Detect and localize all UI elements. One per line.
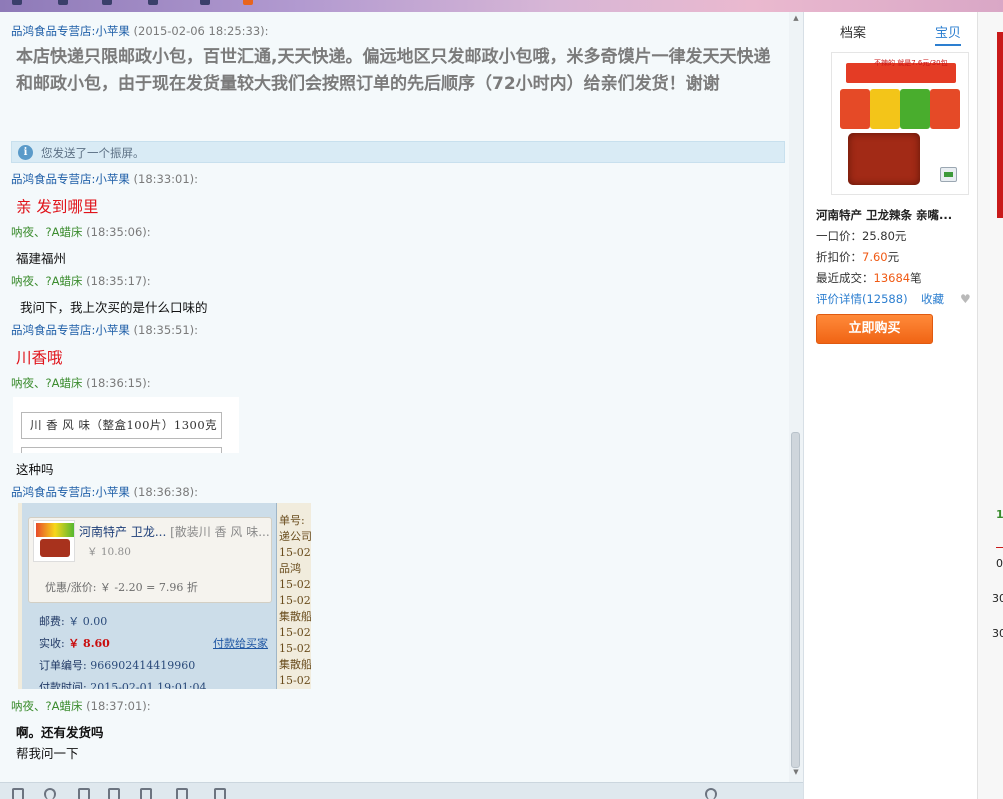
message-text: 亲 发到哪里 (16, 198, 99, 216)
recent-sales-row: 最近成交：13684笔 (816, 271, 922, 285)
toolbar-icon[interactable] (200, 0, 210, 5)
image-icon[interactable] (78, 788, 90, 799)
toolbar-icon[interactable] (243, 0, 253, 5)
screenshot-icon[interactable] (108, 788, 120, 799)
product-name: 河南特产 卫龙... [散装川 香 风 味... (79, 525, 270, 539)
message-text: 啊。还有发货吗 (16, 725, 104, 740)
order-side-strip: 单号: 递公司 15-02 品鸿 15-02 15-02 集散船 15-02 1… (279, 514, 311, 687)
message-time: (18:36:15): (86, 376, 151, 390)
discount-line: 优惠/涨价: ￥ -2.20 = 7.96 折 (45, 581, 198, 594)
toolbar-icon[interactable] (12, 0, 22, 5)
background-text: 30 (992, 627, 1003, 640)
message-header: 呐夜、?A蜡床 (18:35:17): (11, 273, 151, 289)
message-text: 这种吗 (16, 462, 54, 477)
heart-icon[interactable]: ♥ (960, 292, 971, 306)
reviews-link[interactable]: 评价详情(12588) (816, 292, 908, 306)
snack-piece (848, 133, 920, 185)
message-header: 呐夜、?A蜡床 (18:37:01): (11, 698, 151, 714)
message-header: 呐夜、?A蜡床 (18:36:15): (11, 375, 151, 391)
sender-name[interactable]: 呐夜、?A蜡床 (11, 274, 82, 288)
message-header: 品鸿食品专营店:小苹果 (18:36:38): (11, 484, 198, 500)
order-item-card: 河南特产 卫龙... [散装川 香 风 味... ￥ 10.80 优惠/涨价: … (28, 517, 272, 603)
discount-price-row: 折扣价：7.60元 (816, 250, 900, 264)
tab-item[interactable]: 宝贝 (935, 22, 962, 46)
product-price: ￥ 10.80 (87, 546, 131, 558)
pay-time-row: 付款时间: 2015-02-01 19:01:04 (39, 681, 207, 689)
message-time: (18:33:01): (133, 172, 199, 186)
shipping-row: 邮费: ￥ 0.00 (39, 615, 108, 628)
background-window: 1 0 30 30 (977, 12, 1003, 799)
message-text: 帮我问一下 (16, 746, 79, 761)
scroll-up-arrow-icon[interactable]: ▲ (791, 14, 801, 22)
order-screenshot-image[interactable]: 河南特产 卫龙... [散装川 香 风 味... ￥ 10.80 优惠/涨价: … (18, 503, 311, 689)
system-notice: i 您发送了一个振屏。 (11, 141, 785, 163)
sender-name[interactable]: 品鸿食品专营店:小苹果 (11, 24, 130, 38)
sender-name[interactable]: 呐夜、?A蜡床 (11, 699, 82, 713)
product-links: 评价详情(12588) 收藏 ♥ (816, 291, 971, 307)
message-time: (18:37:01): (86, 699, 151, 713)
message-record-icon[interactable] (705, 788, 717, 799)
message-text: 川香哦 (16, 349, 63, 367)
toolbar-icon[interactable] (148, 0, 158, 5)
sender-name[interactable]: 品鸿食品专营店:小苹果 (11, 323, 130, 337)
history-icon[interactable] (214, 788, 226, 799)
message-time: (18:35:17): (86, 274, 151, 288)
message-time: (2015-02-06 18:25:33): (133, 24, 269, 38)
sku-option (21, 447, 222, 453)
info-icon: i (18, 145, 33, 160)
message-header: 品鸿食品专营店:小苹果 (18:33:01): (11, 171, 198, 187)
paid-row: 实收: ￥ 8.60 (39, 637, 110, 650)
scroll-down-arrow-icon[interactable]: ▼ (791, 768, 801, 776)
sender-name[interactable]: 品鸿食品专营店:小苹果 (11, 485, 130, 499)
sender-name[interactable]: 呐夜、?A蜡床 (11, 376, 82, 390)
sender-name[interactable]: 呐夜、?A蜡床 (11, 225, 82, 239)
background-text: 1 (996, 508, 1003, 521)
message-text: 福建福州 (16, 251, 67, 266)
save-image-icon[interactable] (940, 167, 957, 182)
order-top-row (22, 503, 277, 513)
message-header: 呐夜、?A蜡床 (18:35:06): (11, 224, 151, 240)
scrollbar-thumb[interactable] (791, 432, 800, 768)
package-row (840, 89, 960, 131)
toolbar-icon[interactable] (102, 0, 112, 5)
font-icon[interactable] (12, 788, 24, 799)
message-text: 我问下，我上次买的是什么口味的 (20, 300, 208, 315)
sku-option: 川 香 风 味（整盒100片）1300克 (21, 412, 222, 439)
product-title[interactable]: 河南特产 卫龙辣条 亲嘴... (816, 207, 952, 223)
window-title-strip (0, 0, 1003, 12)
system-notice-text: 您发送了一个振屏。 (41, 146, 145, 160)
product-image[interactable]: 不辣的 就是7.6元/30包 (831, 52, 969, 195)
product-thumbnail (33, 520, 75, 562)
message-header: 品鸿食品专营店:小苹果 (18:35:51): (11, 322, 198, 338)
sender-name[interactable]: 品鸿食品专营店:小苹果 (11, 172, 130, 186)
buy-now-button[interactable]: 立即购买 (816, 314, 933, 344)
message-text: 本店快递只限邮政小包，百世汇通,天天快递。偏远地区只发邮政小包哦，米多奇馍片一律… (16, 47, 771, 94)
toolbar-icon[interactable] (58, 0, 68, 5)
input-toolbar (0, 782, 803, 799)
tab-profile[interactable]: 档案 (840, 22, 866, 41)
shake-icon[interactable] (140, 788, 152, 799)
product-info-panel: 档案 宝贝 不辣的 就是7.6元/30包 河南特产 卫龙辣条 亲嘴... 一口价… (803, 12, 977, 799)
emoji-icon[interactable] (44, 788, 56, 799)
chat-history[interactable]: 品鸿食品专营店:小苹果 (2015-02-06 18:25:33): 本店快递只… (0, 12, 803, 782)
background-line (996, 547, 1003, 548)
background-banner (997, 32, 1003, 218)
message-time: (18:35:51): (133, 323, 199, 337)
pay-seller-link[interactable]: 付款给买家 (213, 635, 268, 651)
message-time: (18:36:38): (133, 485, 199, 499)
background-text: 30 (992, 592, 1003, 605)
order-number-row: 订单编号: 966902414419960 (39, 659, 196, 672)
chat-scrollbar[interactable]: ▲ ▼ (789, 12, 803, 782)
package-text: 不辣的 就是7.6元/30包 (874, 59, 948, 67)
background-text: 0 (996, 557, 1003, 570)
message-header: 品鸿食品专营店:小苹果 (2015-02-06 18:25:33): (11, 23, 269, 39)
price-row: 一口价：25.80元 (816, 229, 907, 243)
message-time: (18:35:06): (86, 225, 151, 239)
favorite-link[interactable]: 收藏 (921, 291, 944, 307)
screenshot-image[interactable]: 川 香 风 味（整盒100片）1300克 (13, 397, 239, 453)
file-icon[interactable] (176, 788, 188, 799)
order-panel: 河南特产 卫龙... [散装川 香 风 味... ￥ 10.80 优惠/涨价: … (22, 503, 277, 689)
